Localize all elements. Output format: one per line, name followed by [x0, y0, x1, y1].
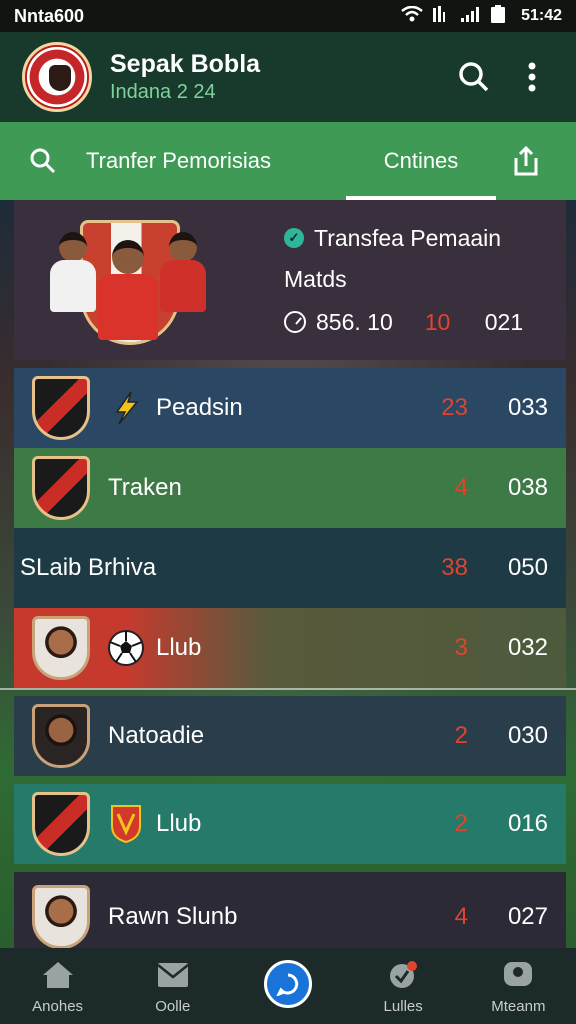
carrier-label: Nnta600 — [14, 5, 85, 26]
featured-title: Transfea Pemaain — [314, 224, 502, 251]
list-item-label: Rawn Slunb — [108, 903, 238, 930]
list-item-label: Llub — [156, 810, 202, 837]
player-avatar — [32, 704, 90, 768]
tab-active[interactable]: Cntines — [346, 122, 496, 200]
list-item-points: 032 — [507, 634, 548, 661]
tab-bar: Tranfer Pemorisias Cntines — [0, 122, 576, 200]
club-crest — [32, 456, 90, 520]
tab-transfer[interactable]: Tranfer Pemorisias — [86, 122, 316, 200]
search-button[interactable] — [452, 55, 496, 99]
bottom-navigation: Anohes Oolle Lulles Mteanm — [0, 948, 576, 1024]
player-avatar — [98, 240, 158, 340]
nav-inbox-label: Oolle — [155, 997, 191, 1015]
list-item-points: 050 — [507, 554, 548, 581]
signal-bars-icon — [433, 5, 451, 27]
list-item-label: Peadsin — [156, 394, 243, 421]
status-bar: Nnta600 51:42 — [0, 0, 576, 32]
featured-value: 856. 10 — [316, 308, 393, 335]
search-icon — [459, 62, 489, 92]
list-item-num: 2 — [454, 810, 468, 837]
cell-signal-icon — [461, 6, 481, 27]
list-item-points: 030 — [507, 722, 548, 749]
more-vertical-icon — [528, 62, 536, 92]
list-item-points: 016 — [507, 810, 548, 837]
wifi-icon — [401, 5, 423, 27]
tab-search[interactable] — [30, 122, 86, 200]
nav-center-action[interactable] — [233, 960, 343, 1008]
player-avatar — [32, 616, 90, 680]
club-logo — [22, 42, 92, 112]
list-item[interactable]: Llub 3 032 — [14, 608, 566, 688]
nav-stats-label: Lulles — [383, 997, 423, 1015]
search-icon — [30, 148, 56, 174]
home-icon — [41, 958, 75, 992]
featured-points: 021 — [484, 308, 524, 335]
list-item-num: 38 — [441, 554, 468, 581]
tab-share[interactable] — [506, 122, 546, 200]
player-avatar — [32, 885, 90, 948]
soccer-ball-icon — [106, 628, 146, 668]
share-icon — [514, 146, 538, 176]
app-header: Sepak Bobla Indana 2 24 — [0, 32, 576, 122]
club-emblem-icon — [106, 804, 146, 844]
featured-subtitle: Matds — [284, 265, 347, 292]
club-crest — [32, 792, 90, 856]
list-item-label: Natoadie — [108, 722, 205, 749]
transfer-list-panel: ✓ Transfea Pemaain Matds 856. 10 10 021 … — [14, 200, 566, 948]
list-item-num: 4 — [454, 903, 468, 930]
list-item-num: 23 — [441, 394, 468, 421]
nav-home[interactable]: Anohes — [3, 958, 113, 1015]
clock-time: 51:42 — [521, 7, 562, 24]
list-item[interactable]: Natoadie 2 030 — [14, 696, 566, 776]
list-item-label: Traken — [108, 474, 182, 501]
featured-team-image — [50, 210, 210, 350]
lightning-icon — [106, 388, 146, 428]
nav-inbox[interactable]: Oolle — [118, 958, 228, 1015]
list-item-num: 2 — [454, 722, 468, 749]
list-item[interactable]: Llub 2 016 — [14, 784, 566, 864]
nav-account[interactable]: Mteanm — [463, 958, 573, 1015]
list-item[interactable]: Peadsin 23 033 — [14, 368, 566, 448]
nav-account-label: Mteanm — [491, 997, 546, 1015]
list-item-points: 027 — [507, 903, 548, 930]
player-avatar — [50, 232, 96, 312]
profile-icon — [502, 958, 534, 992]
club-crest — [32, 376, 90, 440]
list-item[interactable]: Traken 4 038 — [14, 448, 566, 528]
nav-stats[interactable]: Lulles — [348, 958, 458, 1015]
mail-icon — [157, 958, 189, 992]
app-title: Sepak Bobla — [110, 50, 261, 78]
list-item-num: 4 — [454, 474, 468, 501]
list-item-points: 033 — [507, 394, 548, 421]
featured-num: 10 — [424, 308, 451, 335]
app-subtitle: Indana 2 24 — [110, 81, 216, 103]
more-options-button[interactable] — [510, 55, 554, 99]
list-item[interactable]: Rawn Slunb 4 027 — [14, 872, 566, 948]
nav-home-label: Anohes — [32, 997, 84, 1015]
list-item-label: Llub — [156, 634, 202, 661]
player-avatar — [160, 232, 206, 312]
list-item-label: SLaib Brhiva — [20, 554, 157, 581]
notification-badge-icon — [387, 958, 419, 992]
chat-icon — [263, 960, 312, 1008]
clock-icon — [284, 311, 306, 333]
list-item[interactable]: SLaib Brhiva 38 050 — [14, 528, 566, 608]
featured-transfer-card[interactable]: ✓ Transfea Pemaain Matds 856. 10 10 021 — [14, 200, 566, 360]
list-item-points: 038 — [507, 474, 548, 501]
list-item-num: 3 — [454, 634, 468, 661]
verified-icon: ✓ — [284, 228, 304, 248]
battery-icon — [491, 4, 506, 28]
